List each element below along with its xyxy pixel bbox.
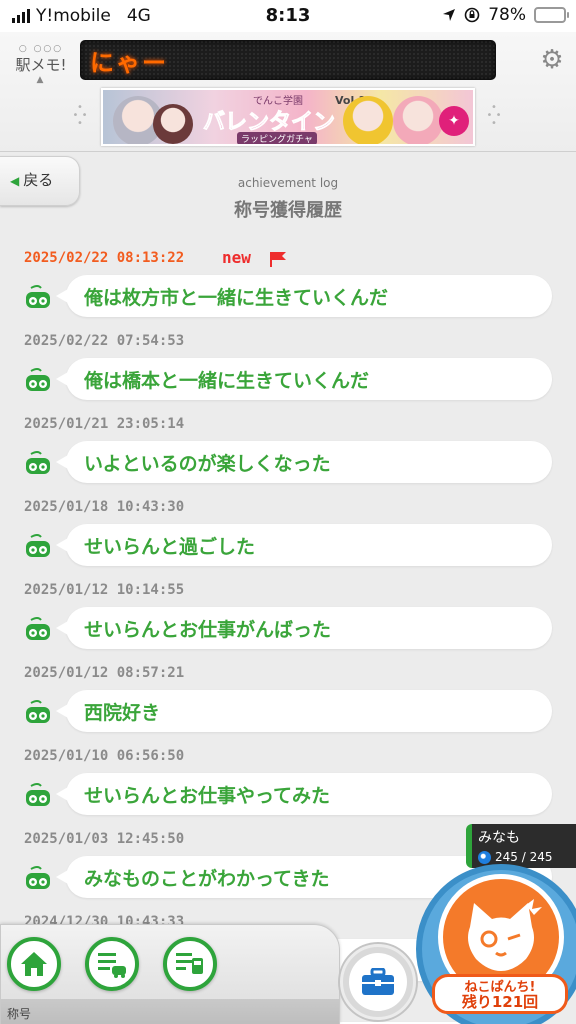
player-status[interactable]: みなも 245 / 245: [466, 824, 576, 868]
achievement-icon: [98, 953, 126, 978]
achievement-title[interactable]: 俺は枚方市と一緒に生きていくんだ: [56, 275, 552, 317]
entry-timestamp: 2025/01/18 10:43:30: [24, 499, 185, 515]
achievement-title[interactable]: 俺は橋本と一緒に生きていくんだ: [56, 358, 552, 400]
station-list-icon: [176, 953, 203, 974]
station-list-button[interactable]: [163, 937, 217, 991]
battery-percent: 78%: [488, 5, 526, 25]
achievement-text: せいらんとお仕事がんばった: [84, 618, 332, 641]
list-item[interactable]: 2025/01/12 10:14:55 せいらんとお仕事がんばった: [0, 576, 576, 659]
achievement-title[interactable]: 西院好き: [56, 690, 552, 732]
train-icon: [26, 783, 50, 806]
banner-subtitle: ラッピングガチャ: [237, 132, 317, 144]
battery-icon: [534, 7, 569, 23]
entry-timestamp: 2025/01/12 08:57:21: [24, 665, 185, 681]
banner-character-4: [393, 96, 443, 144]
orb-icon: [478, 850, 491, 864]
entry-timestamp: 2025/01/10 06:56:50: [24, 748, 185, 764]
achievement-text: みなものことがわかってきた: [84, 867, 330, 890]
location-icon: [443, 9, 456, 21]
event-banner[interactable]: でんこ学園 Vol.1 バレンタイン ラッピングガチャ ✦: [101, 88, 475, 146]
gear-icon[interactable]: ⚙: [538, 46, 566, 74]
achievement-title[interactable]: せいらんとお仕事がんばった: [56, 607, 552, 649]
train-icon: [26, 451, 50, 474]
player-hp-value: 245 / 245: [495, 850, 553, 864]
banner-character-3: [343, 96, 393, 144]
list-item[interactable]: 2025/02/22 07:54:53 俺は橋本と一緒に生きていくんだ: [0, 327, 576, 410]
punch-line-2: 残り121回: [461, 993, 539, 1011]
bottom-dock: 称号: [0, 924, 340, 1024]
led-ticker[interactable]: にゃー: [80, 40, 496, 80]
logo-text: 駅メモ!: [15, 56, 67, 74]
entry-timestamp: 2025/02/22 08:13:22: [24, 250, 185, 266]
logo-mark: ▲: [36, 75, 46, 85]
home-icon: [21, 952, 47, 976]
achievement-text: せいらんとお仕事やってみた: [84, 784, 331, 807]
list-item[interactable]: 2025/01/21 23:05:14 いよといるのが楽しくなった: [0, 410, 576, 493]
achievement-text: 俺は橋本と一緒に生きていくんだ: [84, 369, 370, 392]
status-bar: Y!mobile 4G 8:13 78%: [0, 0, 576, 32]
list-item[interactable]: 2025/01/12 08:57:21 西院好き: [0, 659, 576, 742]
train-icon: [26, 534, 50, 557]
new-badge: new: [222, 248, 251, 267]
entry-timestamp: 2025/02/22 07:54:53: [24, 333, 185, 349]
banner-badge-icon: ✦: [439, 106, 469, 136]
dock-label: 称号: [7, 1007, 32, 1021]
entry-timestamp: 2025/01/21 23:05:14: [24, 416, 185, 432]
app-header: ○ ○○○ 駅メモ! ▲ にゃー ⚙ • • • • でんこ学園 Vol.1 バレン…: [0, 32, 576, 152]
achievement-title[interactable]: いよといるのが楽しくなった: [56, 441, 552, 483]
page-subtitle: achievement log: [237, 176, 339, 190]
achievement-text: 俺は枚方市と一緒に生きていくんだ: [84, 286, 389, 309]
home-button[interactable]: [7, 937, 61, 991]
dock-strip: [1, 999, 339, 1024]
banner-character-2: [153, 104, 193, 144]
train-icon: [26, 285, 50, 308]
train-icon: [26, 866, 50, 889]
status-right: 78%: [442, 5, 569, 25]
bag-button-inner: [349, 953, 407, 1011]
train-icon: [26, 617, 50, 640]
neko-punch-label[interactable]: ねこぱんち! 残り121回: [432, 974, 568, 1014]
achievement-button[interactable]: [85, 937, 139, 991]
achievement-title[interactable]: せいらんと過ごした: [56, 524, 552, 566]
briefcase-icon: [362, 968, 394, 995]
achievement-text: せいらんと過ごした: [84, 535, 256, 558]
train-icon: [26, 368, 50, 391]
player-name: みなも: [478, 830, 520, 846]
ticker-text: にゃー: [90, 48, 168, 77]
speaker-left-icon: • • • •: [72, 102, 88, 129]
page-title: 称号獲得履歴: [234, 200, 342, 221]
cat-face-icon: [468, 899, 542, 971]
logo-dots: ○ ○○○: [18, 44, 64, 54]
entry-timestamp: 2025/01/03 12:45:50: [24, 831, 185, 847]
speaker-right-icon: • • • •: [486, 102, 502, 129]
achievement-text: いよといるのが楽しくなった: [84, 452, 331, 475]
train-icon: [26, 700, 50, 723]
app-logo: ○ ○○○ 駅メモ! ▲: [10, 44, 72, 90]
achievement-title[interactable]: せいらんとお仕事やってみた: [56, 773, 552, 815]
achievement-text: 西院好き: [84, 701, 161, 724]
bag-button[interactable]: [340, 944, 416, 1020]
list-item[interactable]: 2025/02/22 08:13:22 new 俺は枚方市と一緒に生きていくんだ: [0, 244, 576, 327]
list-item[interactable]: 2025/01/18 10:43:30 せいらんと過ごした: [0, 493, 576, 576]
entry-timestamp: 2025/01/12 10:14:55: [24, 582, 185, 598]
player-hp: 245 / 245: [478, 850, 570, 864]
flag-icon: [270, 252, 286, 267]
rotation-lock-icon: [464, 7, 480, 23]
list-item[interactable]: 2025/01/10 06:56:50 せいらんとお仕事やってみた: [0, 742, 576, 825]
